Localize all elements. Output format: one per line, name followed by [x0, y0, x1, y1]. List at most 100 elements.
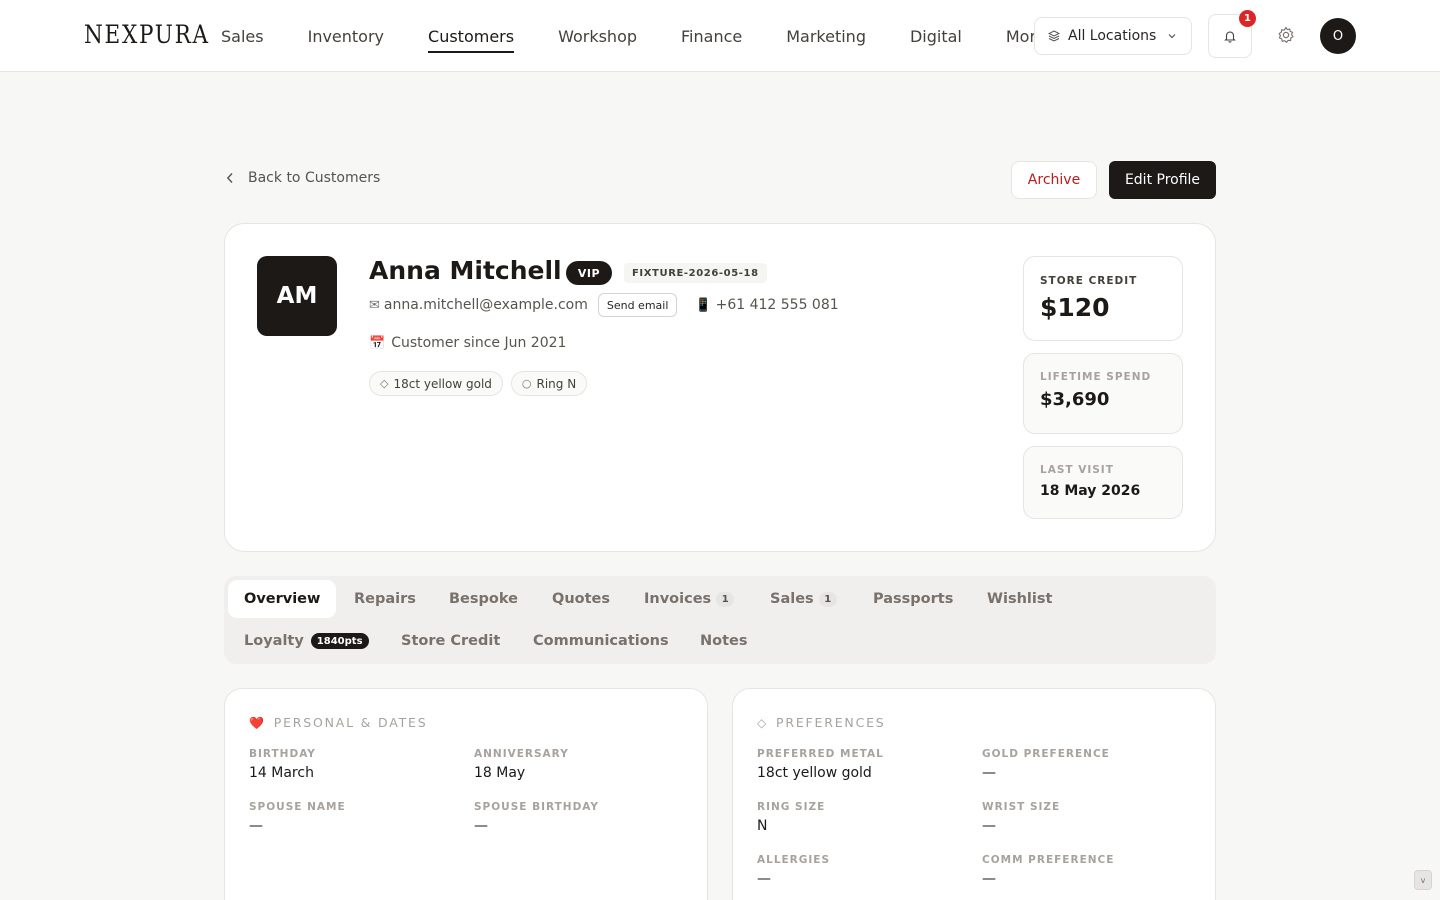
field-value: N	[757, 818, 768, 834]
tab-quotes[interactable]: Quotes	[552, 580, 610, 618]
stat-value: 18 May 2026	[1040, 483, 1141, 499]
ring-chip-label: Ring N	[536, 376, 577, 391]
gem-icon: ◇	[380, 377, 389, 390]
field-value: —	[757, 871, 771, 887]
anniversary-field: ANNIVERSARY 18 May	[474, 748, 674, 781]
personal-dates-card: ❤️ PERSONAL & DATES BIRTHDAY 14 March AN…	[224, 688, 708, 900]
customer-since-label: Customer since Jun 2021	[391, 335, 567, 351]
field-label: RING SIZE	[757, 801, 826, 813]
tab-bespoke[interactable]: Bespoke	[449, 580, 518, 618]
customer-name: Anna Mitchell	[369, 256, 562, 285]
field-value: 18 May	[474, 765, 526, 781]
back-to-customers-link[interactable]: Back to Customers	[226, 170, 380, 186]
send-email-button[interactable]: Send email	[597, 293, 678, 317]
preference-chips: ◇ 18ct yellow gold ○ Ring N	[369, 371, 595, 396]
customer-avatar: AM	[257, 256, 337, 336]
lifetime-spend-stat: LIFETIME SPEND $3,690	[1023, 353, 1183, 434]
tab-label: Passports	[873, 591, 954, 607]
card-header: ◇ PREFERENCES	[757, 715, 886, 730]
tab-invoices[interactable]: Invoices 1	[644, 580, 735, 618]
field-label: SPOUSE NAME	[249, 801, 346, 813]
nav-digital[interactable]: Digital	[910, 0, 962, 72]
nav-finance[interactable]: Finance	[681, 0, 742, 72]
tab-store-credit[interactable]: Store Credit	[401, 622, 500, 660]
field-value: —	[982, 818, 996, 834]
metal-chip-label: 18ct yellow gold	[393, 376, 492, 391]
main-nav: Sales Inventory Customers Workshop Finan…	[221, 0, 1090, 72]
nav-sales[interactable]: Sales	[221, 0, 264, 72]
customer-phone[interactable]: +61 412 555 081	[716, 297, 839, 313]
edit-profile-button[interactable]: Edit Profile	[1109, 161, 1216, 199]
tab-repairs[interactable]: Repairs	[354, 580, 416, 618]
nav-customers[interactable]: Customers	[428, 0, 515, 72]
tab-label: Sales	[770, 591, 814, 607]
top-navbar: NEXPURA Sales Inventory Customers Worksh…	[0, 0, 1440, 72]
phone-group: 📱 +61 412 555 081	[695, 297, 838, 313]
field-label: BIRTHDAY	[249, 748, 316, 760]
user-avatar[interactable]: O	[1320, 18, 1356, 54]
gem-icon: ◇	[757, 715, 769, 730]
heart-icon: ❤️	[249, 715, 266, 730]
nexpura-logo[interactable]: NEXPURA	[84, 20, 210, 49]
location-selector[interactable]: All Locations	[1034, 17, 1192, 55]
phone-icon: 📱	[695, 297, 712, 313]
stat-label: LIFETIME SPEND	[1040, 371, 1152, 383]
field-label: ALLERGIES	[757, 854, 831, 866]
field-label: COMM PREFERENCE	[982, 854, 1115, 866]
ring-icon: ○	[521, 377, 532, 390]
tab-notes[interactable]: Notes	[700, 622, 748, 660]
field-label: WRIST SIZE	[982, 801, 1061, 813]
preferred-metal-field: PREFERRED METAL 18ct yellow gold	[757, 748, 957, 781]
customer-profile-card: AM Anna Mitchell VIP FIXTURE-2026-05-18 …	[224, 223, 1216, 552]
tab-label: Communications	[533, 633, 669, 649]
wrist-size-field: WRIST SIZE —	[982, 801, 1182, 834]
nav-workshop[interactable]: Workshop	[558, 0, 637, 72]
tab-label: Notes	[700, 633, 748, 649]
preferences-card: ◇ PREFERENCES PREFERRED METAL 18ct yello…	[732, 688, 1216, 900]
metal-chip: ◇ 18ct yellow gold	[369, 371, 503, 396]
fixture-tag: FIXTURE-2026-05-18	[624, 263, 767, 283]
gear-icon[interactable]	[1276, 25, 1296, 45]
tab-passports[interactable]: Passports	[873, 580, 953, 618]
chevron-down-icon	[1168, 34, 1176, 39]
corner-toggle-button[interactable]: v	[1414, 870, 1432, 890]
tab-label: Loyalty	[244, 633, 304, 649]
tab-label: Invoices	[644, 591, 712, 607]
field-value: —	[982, 765, 996, 781]
field-value: —	[982, 871, 996, 887]
tab-count-badge: 1	[818, 591, 837, 607]
contact-row: ✉ anna.mitchell@example.com Send email 📱…	[369, 293, 839, 317]
tab-label: Quotes	[552, 591, 611, 607]
stat-label: STORE CREDIT	[1040, 275, 1138, 287]
tab-loyalty[interactable]: Loyalty 1840pts	[244, 622, 369, 660]
bell-icon	[1224, 31, 1236, 43]
card-header: ❤️ PERSONAL & DATES	[249, 715, 427, 730]
stat-label: LAST VISIT	[1040, 464, 1114, 476]
tab-communications[interactable]: Communications	[533, 622, 669, 660]
customer-since: 📅 Customer since Jun 2021	[369, 335, 566, 351]
spouse-name-field: SPOUSE NAME —	[249, 801, 449, 834]
nav-inventory[interactable]: Inventory	[308, 0, 384, 72]
card-title: PREFERENCES	[776, 715, 886, 730]
tab-label: Repairs	[354, 591, 416, 607]
tab-sales[interactable]: Sales 1	[770, 580, 837, 618]
chevron-left-icon	[226, 173, 233, 183]
tab-label: Bespoke	[449, 591, 518, 607]
tab-count-badge: 1	[716, 591, 735, 607]
tab-overview[interactable]: Overview	[228, 580, 337, 618]
envelope-icon: ✉	[369, 297, 380, 313]
comm-preference-field: COMM PREFERENCE —	[982, 854, 1182, 887]
field-value: 14 March	[249, 765, 314, 781]
field-label: SPOUSE BIRTHDAY	[474, 801, 600, 813]
archive-button[interactable]: Archive	[1011, 161, 1097, 199]
tab-wishlist[interactable]: Wishlist	[987, 580, 1052, 618]
gold-preference-field: GOLD PREFERENCE —	[982, 748, 1182, 781]
nav-marketing[interactable]: Marketing	[786, 0, 866, 72]
calendar-icon: 📅	[369, 335, 386, 351]
store-credit-stat: STORE CREDIT $120	[1023, 256, 1183, 341]
profile-tabs: Overview Repairs Bespoke Quotes Invoices…	[224, 576, 1216, 664]
layers-icon	[1048, 30, 1060, 42]
field-value: —	[474, 818, 488, 834]
vip-badge: VIP	[566, 261, 612, 285]
customer-email[interactable]: anna.mitchell@example.com	[384, 297, 588, 313]
